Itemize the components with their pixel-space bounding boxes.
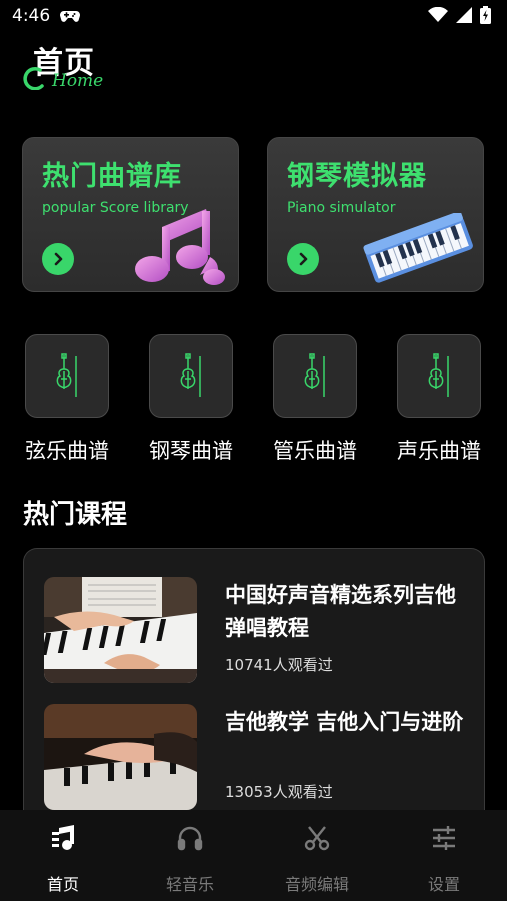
bottom-nav: 首页 轻音乐 音频编辑 设置 [0, 810, 507, 901]
music-note-icon [126, 205, 230, 289]
violin-icon [149, 334, 233, 418]
course-thumbnail [44, 577, 197, 683]
violin-icon [397, 334, 481, 418]
category-label: 弦乐曲谱 [25, 439, 109, 463]
course-title: 中国好声音精选系列吉他弹唱教程 [225, 583, 456, 640]
nav-audio-edit[interactable]: 音频编辑 [254, 810, 380, 901]
card-title: 热门曲谱库 [42, 161, 182, 192]
violin-icon [273, 334, 357, 418]
course-title: 吉他教学 吉他入门与进阶 [225, 710, 464, 734]
nav-settings[interactable]: 设置 [381, 810, 507, 901]
sliders-icon [430, 824, 458, 856]
category-label: 钢琴曲谱 [149, 439, 233, 463]
category-label: 管乐曲谱 [273, 439, 357, 463]
course-item[interactable]: 吉他教学 吉他入门与进阶 13053人观看过 [44, 704, 474, 810]
headphones-icon [176, 824, 204, 856]
nav-light-music[interactable]: 轻音乐 [127, 810, 253, 901]
status-bar: 4:46 [0, 0, 507, 34]
arrow-right-icon[interactable] [287, 243, 319, 275]
arrow-right-icon[interactable] [42, 243, 74, 275]
nav-label: 设置 [427, 875, 460, 894]
status-time: 4:46 [12, 6, 51, 26]
page-subtitle: Home [52, 71, 104, 91]
scissors-icon [303, 824, 331, 856]
course-list: 中国好声音精选系列吉他弹唱教程 10741人观看过 吉他教学 吉他入门与进阶 1… [23, 548, 485, 810]
category-vocal[interactable]: 声乐曲谱 [395, 334, 483, 465]
keyboard-icon [363, 211, 475, 289]
nav-label: 音频编辑 [284, 875, 349, 894]
gamepad-icon [60, 8, 80, 27]
card-title: 钢琴模拟器 [287, 161, 427, 192]
music-note-icon [50, 824, 76, 856]
signal-icon [456, 7, 472, 27]
course-views: 13053人观看过 [225, 783, 333, 801]
violin-icon [25, 334, 109, 418]
nav-label: 轻音乐 [165, 875, 214, 894]
category-piano[interactable]: 钢琴曲谱 [147, 334, 235, 465]
course-thumbnail [44, 704, 197, 810]
course-views: 10741人观看过 [225, 656, 333, 674]
card-popular-score-library[interactable]: 热门曲谱库 popular Score library [22, 137, 239, 292]
nav-home[interactable]: 首页 [0, 810, 126, 901]
category-strings[interactable]: 弦乐曲谱 [23, 334, 111, 465]
section-title-hot-courses: 热门课程 [23, 500, 128, 530]
title-decoration-icon [22, 66, 44, 94]
card-piano-simulator[interactable]: 钢琴模拟器 Piano simulator [267, 137, 484, 292]
battery-icon [480, 6, 491, 28]
category-wind[interactable]: 管乐曲谱 [271, 334, 359, 465]
category-label: 声乐曲谱 [397, 439, 481, 463]
course-item[interactable]: 中国好声音精选系列吉他弹唱教程 10741人观看过 [44, 577, 474, 687]
nav-label: 首页 [46, 875, 79, 894]
wifi-icon [428, 6, 448, 27]
